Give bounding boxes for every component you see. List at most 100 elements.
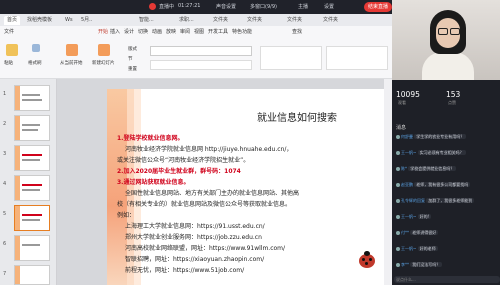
layout-button[interactable]: 版式 — [128, 46, 137, 52]
settings-button[interactable]: 设置 — [324, 3, 334, 10]
slide-link: 智联招聘，网址：https://xiaoyuan.zhaopin.com/ — [125, 256, 265, 263]
slide-line: 或关注微信公众号“河南牧业经济学院招生就业”。 — [117, 157, 250, 164]
ladybug-image — [359, 251, 375, 268]
slide-thumbnail[interactable] — [14, 265, 50, 285]
chat-message: 王一帆~ 实习必须有专业相关吗？ — [396, 150, 496, 155]
sound-settings-button[interactable]: 声音设置 — [216, 3, 236, 10]
menu-devtools[interactable]: 开发工具 — [208, 28, 228, 35]
chat-message: 王一帆~ 好的老师 — [396, 246, 496, 251]
tab-home[interactable]: 首页 — [4, 16, 21, 25]
slide-link: 郑州大学就业创业服务网：https://job.zzu.edu.cn — [125, 234, 262, 241]
font-selector[interactable] — [150, 46, 252, 56]
menu-file[interactable]: 文件 — [4, 28, 14, 35]
slide-thumbnail[interactable] — [14, 235, 50, 261]
tab-doc2[interactable]: 智能... — [136, 16, 157, 25]
slide-thumbnail-panel: 1 2 3 4 5 6 7 — [0, 79, 57, 285]
chat-message: 付** 老师讲得很好 — [396, 230, 496, 235]
slide-line: 河南牧业经济学院就业信息网 http://jiuye.hnuahe.edu.cn… — [125, 146, 293, 153]
format-painter-label: 格式刷 — [28, 61, 42, 66]
reset-button[interactable]: 重置 — [128, 66, 137, 72]
slide-heading-3: 3.通过网站获取就业信息。 — [117, 179, 190, 186]
menu-review[interactable]: 审阅 — [180, 28, 190, 35]
menu-animation[interactable]: 动画 — [152, 28, 162, 35]
tab-folder3[interactable]: 文件夹 — [284, 16, 305, 25]
menu-features[interactable]: 特色功能 — [232, 28, 252, 35]
menu-slideshow[interactable]: 放映 — [166, 28, 176, 35]
viewer-count: 10095 — [396, 90, 420, 99]
tab-folder1[interactable]: 文件夹 — [210, 16, 231, 25]
chat-message: 李** 我们没法写吗？ — [396, 262, 496, 267]
chat-message: 孔令辉的回复 加群了，我很多老师能到 — [396, 198, 496, 203]
play-from-current-icon[interactable] — [66, 44, 78, 56]
tab-folder2[interactable]: 文件夹 — [244, 16, 265, 25]
live-status: 直播中 — [159, 4, 175, 10]
slide-thumbnail[interactable] — [14, 85, 50, 111]
tab-folder4[interactable]: 文件夹 — [320, 16, 341, 25]
shape-gallery[interactable] — [326, 46, 388, 70]
slide-line: 校（有相关专业的）就业信息网站及微信公众号等获取就业信息。 — [117, 201, 292, 208]
section-button[interactable]: 节 — [128, 56, 133, 62]
live-time: 01:27:21 — [178, 3, 201, 9]
chat-message: 王一帆~ 好的! — [396, 214, 496, 219]
ribbon-toolbar: 粘贴 格式刷 从当前开始 新建幻灯片 版式 节 重置 — [0, 38, 392, 79]
menu-bar: 文件 开始 插入 设计 切换 动画 放映 审阅 视图 开发工具 特色功能 查找 — [0, 26, 392, 38]
like-count: 153 — [446, 90, 461, 99]
menu-view[interactable]: 视图 — [194, 28, 204, 35]
chat-message: 陈* 学校会提供就业信息吗？ — [396, 166, 496, 171]
slide-line: 例如： — [117, 212, 136, 219]
live-topbar: 直播中 01:27:21 声音设置 多窗口(9/9) 主播 设置 结束直播 — [0, 0, 392, 14]
app-window: 直播中 01:27:21 声音设置 多窗口(9/9) 主播 设置 结束直播 首页… — [0, 0, 500, 285]
paragraph-controls[interactable] — [260, 46, 322, 70]
like-label: 点赞 — [448, 100, 456, 105]
slide-thumbnail[interactable] — [14, 115, 50, 141]
slide-title: 就业信息如何搜索 — [257, 113, 337, 124]
webcam-feed — [392, 0, 500, 80]
slide-link: 前程无忧，网址：https://www.51job.com/ — [125, 267, 245, 274]
end-live-button[interactable]: 结束直播 — [364, 2, 392, 12]
play-from-current-label: 从当前开始 — [60, 61, 83, 66]
menu-design[interactable]: 设计 — [124, 28, 134, 35]
menu-search[interactable]: 查找 — [292, 28, 302, 35]
slide-thumbnail[interactable] — [14, 175, 50, 201]
tab-doc1[interactable]: 5月.. — [78, 16, 95, 25]
thumb-num: 7 — [3, 271, 7, 277]
tab-ws[interactable]: Ws — [62, 16, 76, 25]
viewer-label: 观看 — [398, 100, 406, 105]
font-format-controls[interactable] — [150, 60, 252, 70]
new-slide-icon[interactable] — [98, 44, 110, 56]
chat-message: 何舒曼 学生学的农业专业有用吗？ — [396, 134, 496, 139]
live-stats: 10095 观看 153 点赞 — [392, 88, 500, 108]
thumb-num: 3 — [3, 151, 7, 157]
thumb-num: 2 — [3, 121, 7, 127]
slide-canvas: 就业信息如何搜索 1.登陆学校就业信息网。 河南牧业经济学院就业信息网 http… — [57, 79, 392, 285]
menu-start[interactable]: 开始 — [98, 28, 108, 35]
slide-heading-1: 1.登陆学校就业信息网。 — [117, 135, 184, 142]
slide-link: 河南高校就业网络联盟，网址：https://www.91wllm.com/ — [125, 245, 286, 252]
chat-header: 消息 — [396, 125, 407, 131]
slide-thumbnail[interactable] — [14, 145, 50, 171]
format-painter-icon[interactable] — [32, 44, 40, 52]
thumb-num: 5 — [3, 211, 7, 217]
host-button[interactable]: 主播 — [298, 3, 308, 10]
tab-doc3[interactable]: 求职... — [176, 16, 197, 25]
menu-transition[interactable]: 切换 — [138, 28, 148, 35]
slide[interactable]: 就业信息如何搜索 1.登陆学校就业信息网。 河南牧业经济学院就业信息网 http… — [107, 89, 389, 285]
multi-window-button[interactable]: 多窗口(9/9) — [250, 3, 277, 10]
thumb-num: 4 — [3, 181, 7, 187]
right-tool-strip[interactable] — [384, 79, 392, 285]
tab-template[interactable]: 找稻壳模板 — [24, 16, 55, 25]
record-indicator-icon — [149, 3, 156, 10]
paste-icon[interactable] — [6, 44, 18, 56]
slide-link: 上海理工大学就业信息网：https://91.usst.edu.cn/ — [125, 223, 265, 230]
wps-tab-row: 首页 找稻壳模板 Ws 5月.. 智能... 求职... 文件夹 文件夹 文件夹… — [0, 14, 392, 26]
thumb-num: 6 — [3, 241, 7, 247]
slide-thumbnail-selected[interactable] — [14, 205, 50, 231]
chat-input[interactable]: 说点什么... — [394, 276, 500, 283]
slide-line: 全国性就业信息网站、地方有关部门主办的就业信息网站、其他高 — [125, 190, 300, 197]
chat-message: 赵亚鹏 老师，我有很多公司都要找吗 — [396, 182, 496, 187]
thumb-num: 1 — [3, 91, 7, 97]
paste-label: 粘贴 — [4, 61, 13, 66]
menu-insert[interactable]: 插入 — [110, 28, 120, 35]
slide-heading-2: 2.加入2020届毕业生就业群，群号码：1074 — [117, 168, 241, 175]
new-slide-label: 新建幻灯片 — [92, 61, 115, 66]
